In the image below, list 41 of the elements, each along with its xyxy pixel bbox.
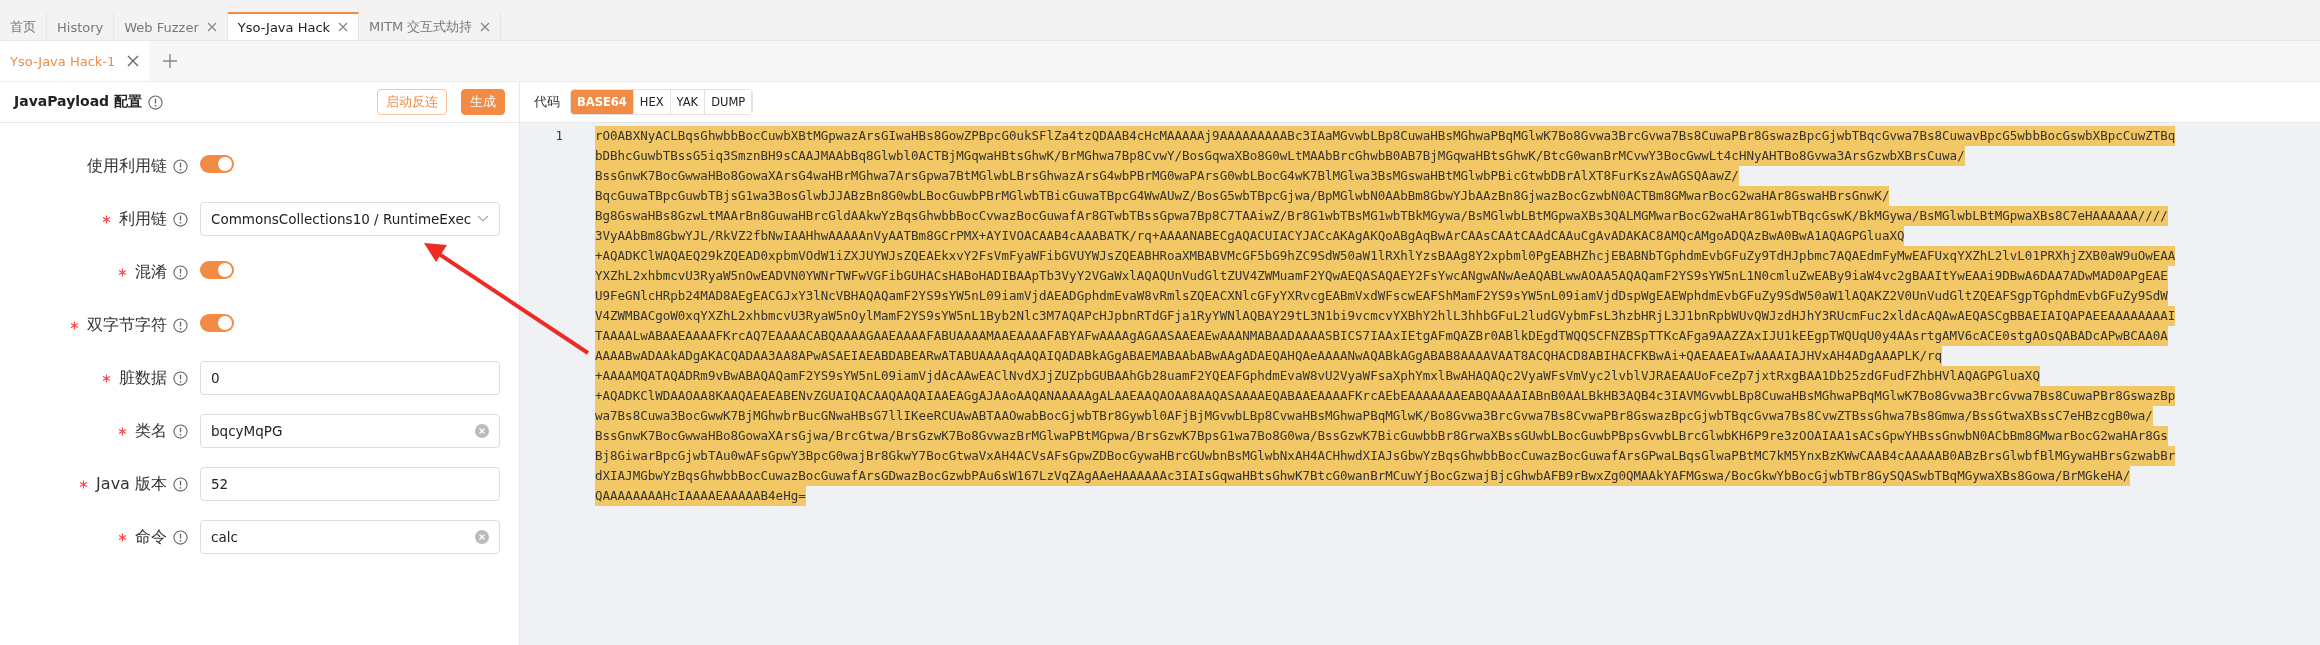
field-label: 类名 xyxy=(135,420,167,442)
tab[interactable]: MITM 交互式劫持 xyxy=(359,12,502,40)
field-label: 脏数据 xyxy=(119,367,167,389)
info-icon xyxy=(173,317,188,333)
input-field[interactable]: 0 xyxy=(200,361,500,395)
toggle-switch[interactable] xyxy=(200,155,234,173)
panel-title: 代码 xyxy=(534,93,560,111)
input-field[interactable]: 52 xyxy=(200,467,500,501)
info-icon xyxy=(173,211,188,227)
field-label: 混淆 xyxy=(135,261,167,283)
input-field[interactable]: bqcyMqPG xyxy=(200,414,500,448)
input-field[interactable]: calc xyxy=(200,520,500,554)
add-icon[interactable] xyxy=(163,54,178,68)
field-label: Java 版本 xyxy=(96,473,167,495)
info-icon xyxy=(173,423,188,439)
close-icon[interactable] xyxy=(206,22,217,32)
toggle-switch[interactable] xyxy=(200,261,234,279)
info-icon xyxy=(173,476,188,492)
close-icon[interactable] xyxy=(338,22,349,32)
clear-icon[interactable] xyxy=(475,530,489,544)
info-icon xyxy=(173,370,188,386)
tab[interactable]: History xyxy=(47,12,115,40)
toggle-switch[interactable] xyxy=(200,314,234,332)
select-field[interactable]: CommonsCollections10 / RuntimeExec xyxy=(200,202,500,236)
info-icon xyxy=(173,158,188,174)
info-icon xyxy=(173,529,188,545)
tab[interactable]: Yso-Java Hack xyxy=(227,12,360,40)
field-label: 命令 xyxy=(135,526,167,548)
close-icon[interactable] xyxy=(480,22,491,32)
field-label: 利用链 xyxy=(119,208,167,230)
clear-icon[interactable] xyxy=(475,424,489,438)
field-label: 使用利用链 xyxy=(87,155,167,177)
info-icon xyxy=(148,94,164,110)
chevron-icon xyxy=(477,215,489,223)
field-label: 双字节字符 xyxy=(87,314,167,336)
info-icon xyxy=(173,264,188,280)
line-number: 1 xyxy=(554,127,564,145)
tab[interactable]: 首页 xyxy=(0,12,47,40)
tab[interactable]: Web Fuzzer xyxy=(114,12,228,40)
panel-title: JavaPayload 配置 xyxy=(14,93,143,111)
close-icon[interactable] xyxy=(127,55,140,67)
